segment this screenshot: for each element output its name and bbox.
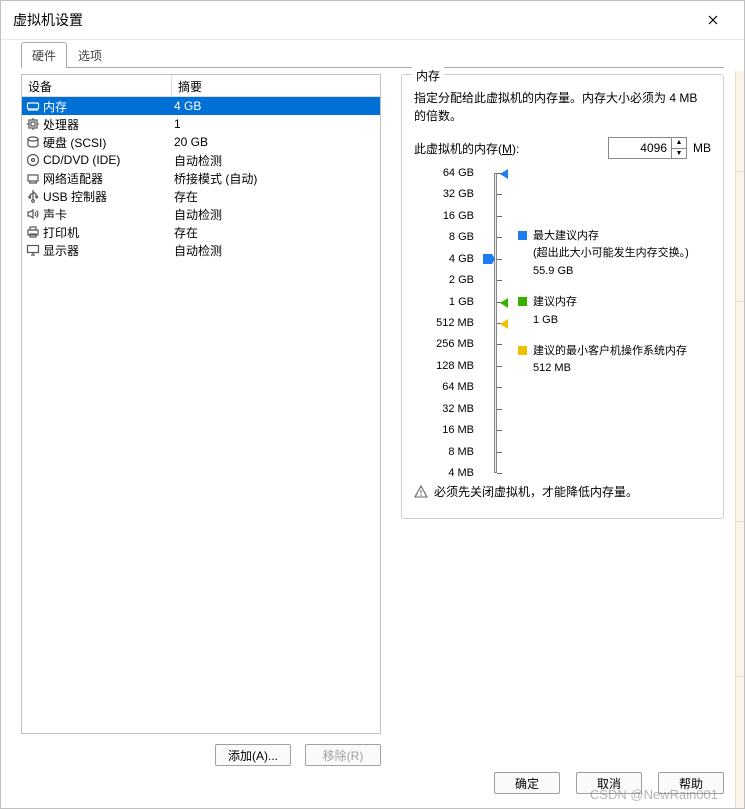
tab-hardware[interactable]: 硬件 bbox=[21, 42, 67, 68]
hw-device-name: 打印机 bbox=[43, 224, 79, 241]
hw-device-summary: 存在 bbox=[172, 188, 380, 205]
hw-device-name: USB 控制器 bbox=[43, 188, 107, 205]
slider-thumb[interactable] bbox=[482, 252, 496, 266]
scale-label: 128 MB bbox=[436, 360, 474, 372]
memory-panel: 内存 指定分配给此虚拟机的内存量。内存大小必须为 4 MB 的倍数。 此虚拟机的… bbox=[401, 74, 724, 519]
hw-device-summary: 4 GB bbox=[172, 99, 380, 113]
slider-marker bbox=[500, 168, 510, 178]
memory-slider[interactable] bbox=[484, 173, 508, 473]
memory-icon bbox=[25, 99, 40, 114]
display-icon bbox=[25, 243, 40, 258]
hw-device-summary: 自动检测 bbox=[172, 242, 380, 259]
close-button[interactable] bbox=[694, 1, 732, 39]
scale-label: 8 MB bbox=[448, 446, 474, 458]
scale-label: 64 GB bbox=[443, 167, 474, 179]
add-button[interactable]: 添加(A)... bbox=[215, 744, 291, 766]
disk-icon bbox=[25, 135, 40, 150]
scale-label: 256 MB bbox=[436, 338, 474, 350]
tab-bar: 硬件 选项 bbox=[1, 40, 744, 68]
legend-min: 建议的最小客户机操作系统内存 512 MB bbox=[518, 344, 711, 377]
cd-icon bbox=[25, 153, 40, 168]
hw-device-summary: 1 bbox=[172, 117, 380, 131]
hw-row-sound[interactable]: 声卡 自动检测 bbox=[22, 205, 380, 223]
remove-button: 移除(R) bbox=[305, 744, 381, 766]
memory-unit: MB bbox=[693, 141, 711, 155]
hw-row-memory[interactable]: 内存 4 GB bbox=[22, 97, 380, 115]
hw-device-name: 显示器 bbox=[43, 242, 79, 259]
hw-row-printer[interactable]: 打印机 存在 bbox=[22, 223, 380, 241]
hw-row-net[interactable]: 网络适配器 桥接模式 (自动) bbox=[22, 169, 380, 187]
scale-label: 1 GB bbox=[449, 296, 474, 308]
slider-marker bbox=[500, 297, 510, 307]
usb-icon bbox=[25, 189, 40, 204]
scale-label: 512 MB bbox=[436, 317, 474, 329]
spinner-down[interactable]: ▼ bbox=[672, 149, 686, 159]
hardware-table: 设备 摘要 内存 4 GB 处理器 1 硬盘 (SCSI) 20 GB CD/DVD (ID… bbox=[21, 74, 381, 734]
scale-label: 64 MB bbox=[442, 381, 474, 393]
scale-label: 4 GB bbox=[449, 253, 474, 265]
panel-desc: 指定分配给此虚拟机的内存量。内存大小必须为 4 MB 的倍数。 bbox=[414, 89, 711, 125]
scale-label: 8 GB bbox=[449, 231, 474, 243]
hw-device-summary: 20 GB bbox=[172, 135, 380, 149]
hw-device-name: 内存 bbox=[43, 98, 67, 115]
legend-max: 最大建议内存 (超出此大小可能发生内存交换。) 55.9 GB bbox=[518, 229, 711, 279]
legend-rec: 建议内存 1 GB bbox=[518, 295, 711, 328]
cancel-button[interactable]: 取消 bbox=[576, 772, 642, 794]
scale-label: 4 MB bbox=[448, 467, 474, 479]
window-title: 虚拟机设置 bbox=[13, 1, 694, 39]
slider-marker bbox=[500, 318, 510, 328]
scale-label: 16 GB bbox=[443, 210, 474, 222]
memory-spinner[interactable]: ▲▼ bbox=[608, 137, 687, 159]
hw-row-cpu[interactable]: 处理器 1 bbox=[22, 115, 380, 133]
warning-note: 必须先关闭虚拟机，才能降低内存量。 bbox=[414, 483, 711, 500]
ok-button[interactable]: 确定 bbox=[494, 772, 560, 794]
hw-device-name: 硬盘 (SCSI) bbox=[43, 134, 106, 151]
titlebar: 虚拟机设置 bbox=[1, 1, 744, 40]
scale-label: 32 MB bbox=[442, 403, 474, 415]
col-summary[interactable]: 摘要 bbox=[172, 75, 380, 97]
printer-icon bbox=[25, 225, 40, 240]
help-button[interactable]: 帮助 bbox=[658, 772, 724, 794]
hw-device-summary: 自动检测 bbox=[172, 206, 380, 223]
hw-row-display[interactable]: 显示器 自动检测 bbox=[22, 241, 380, 259]
hw-row-usb[interactable]: USB 控制器 存在 bbox=[22, 187, 380, 205]
cpu-icon bbox=[25, 117, 40, 132]
hw-device-summary: 自动检测 bbox=[172, 152, 380, 169]
panel-legend: 内存 bbox=[412, 67, 444, 84]
sound-icon bbox=[25, 207, 40, 222]
net-icon bbox=[25, 171, 40, 186]
col-device[interactable]: 设备 bbox=[22, 75, 172, 97]
hw-row-disk[interactable]: 硬盘 (SCSI) 20 GB bbox=[22, 133, 380, 151]
hw-row-cd[interactable]: CD/DVD (IDE) 自动检测 bbox=[22, 151, 380, 169]
memory-input[interactable] bbox=[609, 138, 671, 158]
scale-label: 2 GB bbox=[449, 274, 474, 286]
spinner-up[interactable]: ▲ bbox=[672, 138, 686, 149]
memory-label: 此虚拟机的内存(M): bbox=[414, 140, 519, 157]
hw-device-name: 声卡 bbox=[43, 206, 67, 223]
scale-label: 16 MB bbox=[442, 424, 474, 436]
warning-icon bbox=[414, 485, 428, 499]
scale-label: 32 GB bbox=[443, 188, 474, 200]
dialog-window: 虚拟机设置 硬件 选项 设备 摘要 内存 4 GB 处理器 1 硬盘 (SCSI) 20 … bbox=[0, 0, 745, 809]
hw-device-name: CD/DVD (IDE) bbox=[43, 153, 120, 167]
hw-device-summary: 存在 bbox=[172, 224, 380, 241]
hw-device-summary: 桥接模式 (自动) bbox=[172, 170, 380, 187]
hw-device-name: 网络适配器 bbox=[43, 170, 103, 187]
tab-options[interactable]: 选项 bbox=[67, 42, 113, 68]
hw-device-name: 处理器 bbox=[43, 116, 79, 133]
